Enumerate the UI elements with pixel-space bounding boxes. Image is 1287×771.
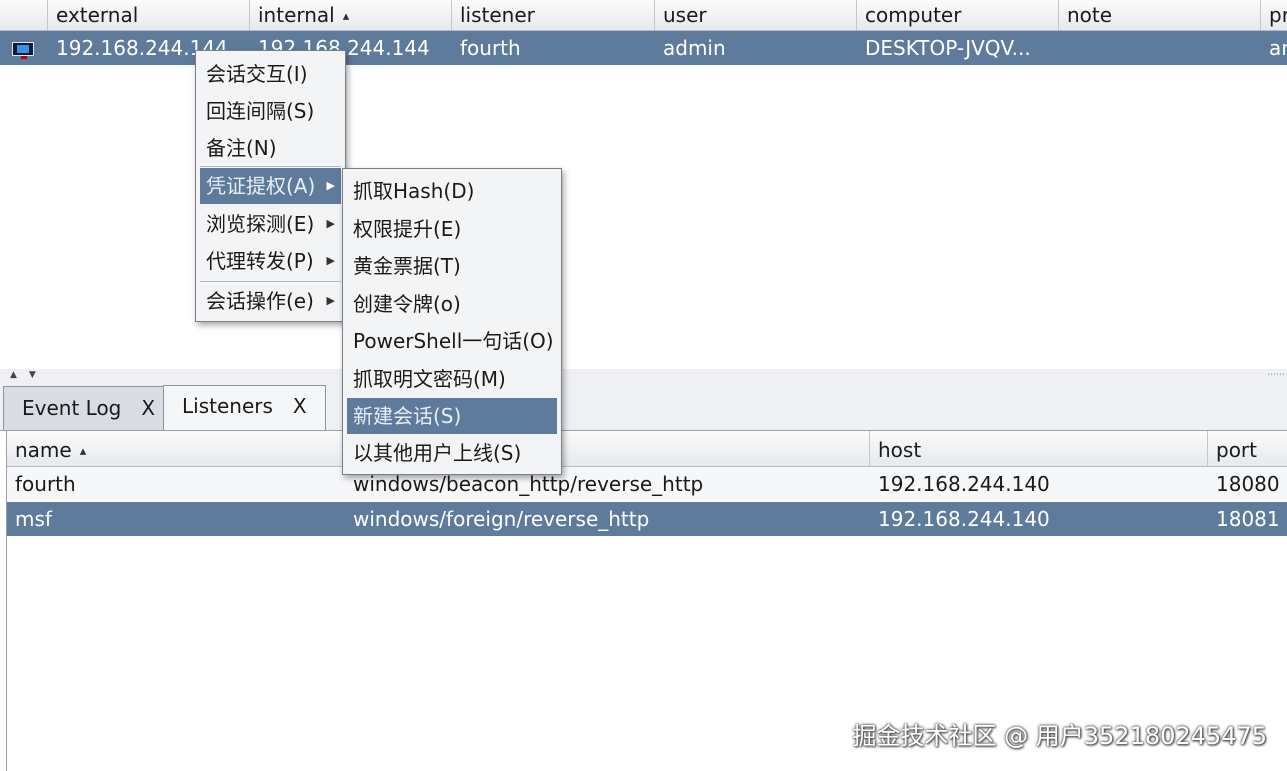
column-header-computer[interactable]: computer bbox=[857, 0, 1059, 30]
menu-item-sleep[interactable]: 回连间隔(S) bbox=[200, 93, 341, 129]
session-note bbox=[1059, 31, 1261, 65]
tab-label: Event Log bbox=[22, 396, 122, 420]
submenu-item-dump-hash[interactable]: 抓取Hash(D) bbox=[347, 173, 557, 209]
column-header-note[interactable]: note bbox=[1059, 0, 1261, 30]
listener-port: 18080 bbox=[1216, 472, 1280, 496]
windows-monitor-icon bbox=[12, 42, 34, 59]
tab-listeners[interactable]: Listeners X bbox=[163, 385, 326, 430]
column-header-icon[interactable] bbox=[0, 0, 48, 30]
session-row[interactable]: 192.168.244.144 192.168.244.144 fourth a… bbox=[0, 31, 1287, 65]
submenu-arrow-icon: ▶ bbox=[326, 217, 335, 230]
menu-separator bbox=[200, 281, 341, 282]
column-header-internal[interactable]: internal bbox=[250, 0, 452, 30]
menu-item-label: 会话操作(e) bbox=[206, 289, 314, 313]
submenu-item-spawn-as[interactable]: 以其他用户上线(S) bbox=[347, 435, 557, 471]
session-context-menu: 会话交互(I) 回连间隔(S) 备注(N) 凭证提权(A) ▶ 浏览探测(E) ▶ … bbox=[195, 50, 346, 322]
menu-item-label: 浏览探测(E) bbox=[206, 212, 315, 236]
session-computer: DESKTOP-JVQV... bbox=[865, 36, 1031, 60]
sessions-pane: external internal listener user computer… bbox=[0, 0, 1287, 370]
listener-name: msf bbox=[15, 507, 52, 531]
listener-name: fourth bbox=[15, 472, 76, 496]
column-header-user[interactable]: user bbox=[655, 0, 857, 30]
menu-item-note[interactable]: 备注(N) bbox=[200, 130, 341, 166]
tab-close-button[interactable]: X bbox=[141, 396, 155, 420]
submenu-item-golden-ticket[interactable]: 黄金票据(T) bbox=[347, 248, 557, 284]
sort-ascending-icon bbox=[72, 438, 87, 462]
menu-item-pivoting[interactable]: 代理转发(P) ▶ bbox=[200, 243, 341, 279]
column-header-host[interactable]: host bbox=[870, 431, 1208, 466]
credentials-submenu: 抓取Hash(D) 权限提升(E) 黄金票据(T) 创建令牌(o) PowerS… bbox=[342, 168, 562, 475]
menu-item-explore[interactable]: 浏览探测(E) ▶ bbox=[200, 206, 341, 242]
listener-payload: windows/foreign/reverse_http bbox=[353, 507, 650, 531]
menu-item-label: 凭证提权(A) bbox=[206, 174, 316, 198]
menu-item-session[interactable]: 会话操作(e) ▶ bbox=[200, 283, 341, 319]
tab-bar: Event Log X Listeners X bbox=[0, 382, 1287, 431]
pane-splitter[interactable]: ▲▼ ⋯⋯ bbox=[0, 369, 1287, 382]
menu-item-label: 代理转发(P) bbox=[206, 249, 314, 273]
submenu-item-logonpasswords[interactable]: 抓取明文密码(M) bbox=[347, 361, 557, 397]
column-header-external[interactable]: external bbox=[48, 0, 250, 30]
session-pr: ar bbox=[1269, 36, 1287, 60]
submenu-arrow-icon: ▶ bbox=[326, 294, 335, 307]
splitter-arrows-icon[interactable]: ▲▼ bbox=[10, 369, 48, 382]
listener-host: 192.168.244.140 bbox=[878, 472, 1050, 496]
submenu-item-powershell-oneliner[interactable]: PowerShell一句话(O) bbox=[347, 323, 557, 359]
submenu-item-make-token[interactable]: 创建令牌(o) bbox=[347, 286, 557, 322]
menu-item-credentials-privesc[interactable]: 凭证提权(A) ▶ bbox=[200, 168, 341, 204]
listener-host: 192.168.244.140 bbox=[878, 507, 1050, 531]
watermark: 掘金技术社区 @ 用户352180245475 bbox=[852, 722, 1268, 750]
menu-separator bbox=[200, 166, 341, 167]
column-header-name[interactable]: name bbox=[7, 431, 345, 466]
submenu-arrow-icon: ▶ bbox=[326, 179, 335, 192]
menu-item-interact[interactable]: 会话交互(I) bbox=[200, 56, 341, 92]
splitter-grip-icon[interactable]: ⋯⋯ bbox=[1267, 370, 1285, 380]
sessions-table-header: external internal listener user computer… bbox=[0, 0, 1287, 31]
column-header-pr[interactable]: pr bbox=[1261, 0, 1287, 30]
column-label-internal: internal bbox=[258, 3, 335, 27]
tab-event-log[interactable]: Event Log X bbox=[3, 386, 175, 430]
session-listener: fourth bbox=[460, 36, 521, 60]
submenu-item-elevate[interactable]: 权限提升(E) bbox=[347, 211, 557, 247]
table-row[interactable]: fourth windows/beacon_http/reverse_http … bbox=[7, 467, 1287, 501]
submenu-item-spawn[interactable]: 新建会话(S) bbox=[347, 398, 557, 434]
column-header-listener[interactable]: listener bbox=[452, 0, 655, 30]
table-row[interactable]: msf windows/foreign/reverse_http 192.168… bbox=[7, 502, 1287, 536]
session-user: admin bbox=[663, 36, 726, 60]
tab-close-button[interactable]: X bbox=[293, 394, 307, 418]
column-label-name: name bbox=[15, 438, 72, 462]
tab-label: Listeners bbox=[182, 394, 273, 418]
listeners-table-header: name host port bbox=[7, 431, 1287, 467]
sort-ascending-icon bbox=[335, 3, 350, 27]
column-header-port[interactable]: port bbox=[1208, 431, 1287, 466]
listener-port: 18081 bbox=[1216, 507, 1280, 531]
submenu-arrow-icon: ▶ bbox=[326, 254, 335, 267]
